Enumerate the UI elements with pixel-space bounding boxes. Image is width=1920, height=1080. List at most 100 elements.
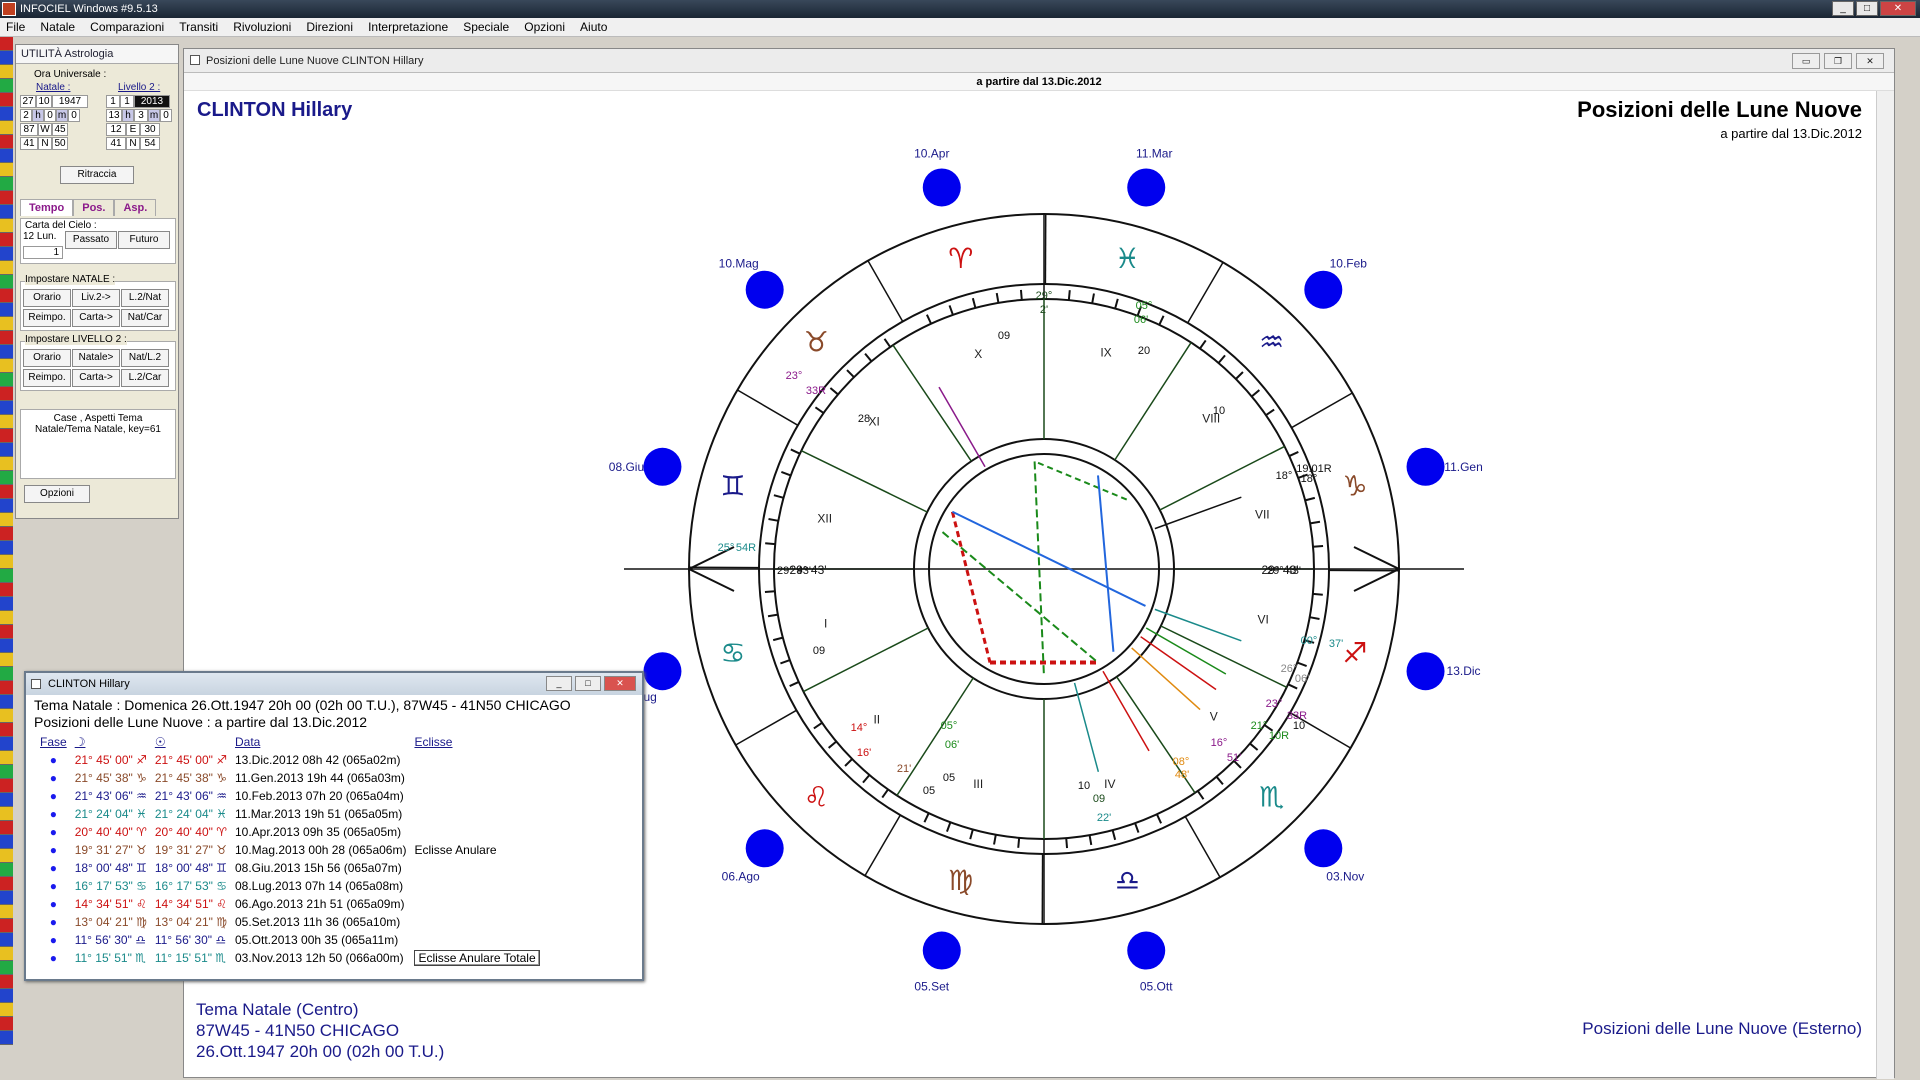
planet-degree-label: 2': [1040, 304, 1048, 316]
eclipse-cell: [410, 805, 560, 823]
header-moon[interactable]: ☽: [71, 733, 151, 751]
l2-natale-button[interactable]: Natale>: [72, 349, 120, 367]
livello2-lat-deg[interactable]: 41: [106, 137, 126, 150]
tab-tempo[interactable]: Tempo: [20, 199, 74, 216]
livello2-lon-dir[interactable]: E: [126, 123, 140, 136]
livello2-lon-deg[interactable]: 12: [106, 123, 126, 136]
table-row[interactable]: ● 11° 15' 51" ♏ 11° 15' 51" ♏ 03.Nov.2013 1…: [36, 949, 560, 967]
popup-close-button[interactable]: ✕: [604, 676, 636, 691]
natale-month[interactable]: 10: [36, 95, 52, 108]
natale-lon-deg[interactable]: 87: [20, 123, 38, 136]
menu-opzioni[interactable]: Opzioni: [518, 18, 571, 37]
lun-label: 12 Lun.: [23, 231, 57, 242]
menu-natale[interactable]: Natale: [34, 18, 81, 37]
new-moon-date: 11.Mar.2013 19h 51 (065a05m): [235, 807, 403, 821]
menu-comparazioni[interactable]: Comparazioni: [84, 18, 170, 37]
table-row[interactable]: ● 13° 04' 21" ♍ 13° 04' 21" ♍ 05.Set.2013 1…: [36, 913, 560, 931]
table-row[interactable]: ● 21° 45' 00" ♐ 21° 45' 00" ♐ 13.Dic.2012 0…: [36, 751, 560, 769]
chart-restore-button[interactable]: ❐: [1824, 53, 1852, 69]
natale-year[interactable]: 1947: [52, 95, 88, 108]
table-row[interactable]: ● 21° 45' 38" ♑ 21° 45' 38" ♑ 11.Gen.2013 1…: [36, 769, 560, 787]
natale-sec[interactable]: 0: [68, 109, 80, 122]
table-row[interactable]: ● 20° 40' 40" ♈ 20° 40' 40" ♈ 10.Apr.2013 0…: [36, 823, 560, 841]
l2-reimpo-button[interactable]: Reimpo.: [23, 369, 71, 387]
natale-l2nat-button[interactable]: L.2/Nat: [121, 289, 169, 307]
menu-bar: File Natale Comparazioni Transiti Rivolu…: [0, 18, 1920, 37]
close-button[interactable]: ✕: [1880, 1, 1916, 16]
tab-asp[interactable]: Asp.: [114, 199, 157, 216]
natale-lat-deg[interactable]: 41: [20, 137, 38, 150]
l2-carta-button[interactable]: Carta->: [72, 369, 120, 387]
table-row[interactable]: ● 19° 31' 27" ♉ 19° 31' 27" ♉ 10.Mag.2013 0…: [36, 841, 560, 859]
new-moon-date: 10.Mag.2013 00h 28 (065a06m): [235, 843, 407, 857]
header-data[interactable]: Data: [231, 733, 410, 751]
livello2-label: Livello 2 :: [118, 82, 161, 93]
header-sun[interactable]: ☉: [151, 733, 231, 751]
header-eclisse[interactable]: Eclisse: [410, 733, 560, 751]
sun-position: 14° 34' 51" ♌: [154, 897, 227, 911]
table-row[interactable]: ● 18° 00' 48" ♊ 18° 00' 48" ♊ 08.Giu.2013 1…: [36, 859, 560, 877]
natale-lon-dir[interactable]: W: [38, 123, 52, 136]
degree-tick: [926, 314, 932, 325]
livello2-year[interactable]: 2013: [134, 95, 170, 108]
case-info-box: Case , Aspetti Tema Natale/Tema Natale, …: [20, 409, 176, 479]
livello2-sec[interactable]: 0: [160, 109, 172, 122]
natale-lat-min[interactable]: 50: [52, 137, 68, 150]
natale-lat-dir[interactable]: N: [38, 137, 52, 150]
lun-count-input[interactable]: 1: [23, 246, 63, 259]
menu-direzioni[interactable]: Direzioni: [300, 18, 359, 37]
livello2-lat-dir[interactable]: N: [126, 137, 140, 150]
livello2-min[interactable]: 3: [134, 109, 148, 122]
natale-lon-min[interactable]: 45: [52, 123, 68, 136]
color-swatch: [0, 989, 13, 1003]
natale-day[interactable]: 27: [20, 95, 36, 108]
planet-ray: [938, 386, 986, 468]
utility-panel: UTILITÀ Astrologia Ora Universale : Nata…: [15, 44, 179, 519]
table-row[interactable]: ● 14° 34' 51" ♌ 14° 34' 51" ♌ 06.Ago.2013 2…: [36, 895, 560, 913]
popup-maximize-button[interactable]: □: [575, 676, 601, 691]
menu-aiuto[interactable]: Aiuto: [574, 18, 613, 37]
chart-close-button[interactable]: ✕: [1856, 53, 1884, 69]
futuro-button[interactable]: Futuro: [118, 231, 170, 249]
ritraccia-button[interactable]: Ritraccia: [60, 166, 134, 184]
table-row[interactable]: ● 16° 17' 53" ♋ 16° 17' 53" ♋ 08.Lug.2013 0…: [36, 877, 560, 895]
natale-hour[interactable]: 2: [20, 109, 32, 122]
house-cusp-degree: 10: [1293, 720, 1305, 732]
natale-carta-button[interactable]: Carta->: [72, 309, 120, 327]
livello2-day[interactable]: 1: [106, 95, 120, 108]
tab-pos[interactable]: Pos.: [73, 199, 115, 216]
natale-liv2-button[interactable]: Liv.2->: [72, 289, 120, 307]
new-moon-marker: [745, 829, 784, 868]
table-row[interactable]: ● 21° 43' 06" ♒ 21° 43' 06" ♒ 10.Feb.2013 0…: [36, 787, 560, 805]
livello2-lon-min[interactable]: 30: [140, 123, 160, 136]
maximize-button[interactable]: □: [1856, 1, 1878, 16]
passato-button[interactable]: Passato: [65, 231, 117, 249]
l2-l2car-button[interactable]: L.2/Car: [121, 369, 169, 387]
table-row[interactable]: ● 21° 24' 04" ♓ 21° 24' 04" ♓ 11.Mar.2013 1…: [36, 805, 560, 823]
menu-file[interactable]: File: [0, 18, 31, 37]
livello2-lat-min[interactable]: 54: [140, 137, 160, 150]
livello2-hour[interactable]: 13: [106, 109, 122, 122]
natale-min[interactable]: 0: [44, 109, 56, 122]
l2-natl2-button[interactable]: Nat/L.2: [121, 349, 169, 367]
menu-speciale[interactable]: Speciale: [457, 18, 515, 37]
natale-natcar-button[interactable]: Nat/Car: [121, 309, 169, 327]
minimize-button[interactable]: _: [1832, 1, 1854, 16]
l2-orario-button[interactable]: Orario: [23, 349, 71, 367]
natale-h: h: [32, 109, 44, 122]
table-row[interactable]: ● 11° 56' 30" ♎ 11° 56' 30" ♎ 05.Ott.2013 0…: [36, 931, 560, 949]
popup-minimize-button[interactable]: _: [546, 676, 572, 691]
color-swatch: [0, 163, 13, 177]
header-fase[interactable]: Fase: [36, 733, 71, 751]
vertical-scrollbar[interactable]: [1876, 91, 1894, 1079]
app-icon: [2, 2, 16, 16]
menu-transiti[interactable]: Transiti: [173, 18, 224, 37]
planet-degree-label: 21': [897, 763, 911, 775]
menu-rivoluzioni[interactable]: Rivoluzioni: [227, 18, 297, 37]
menu-interpretazione[interactable]: Interpretazione: [362, 18, 454, 37]
natale-reimpo-button[interactable]: Reimpo.: [23, 309, 71, 327]
opzioni-button[interactable]: Opzioni: [24, 485, 90, 503]
chart-minimize-button[interactable]: ▭: [1792, 53, 1820, 69]
natale-orario-button[interactable]: Orario: [23, 289, 71, 307]
livello2-month[interactable]: 1: [120, 95, 134, 108]
